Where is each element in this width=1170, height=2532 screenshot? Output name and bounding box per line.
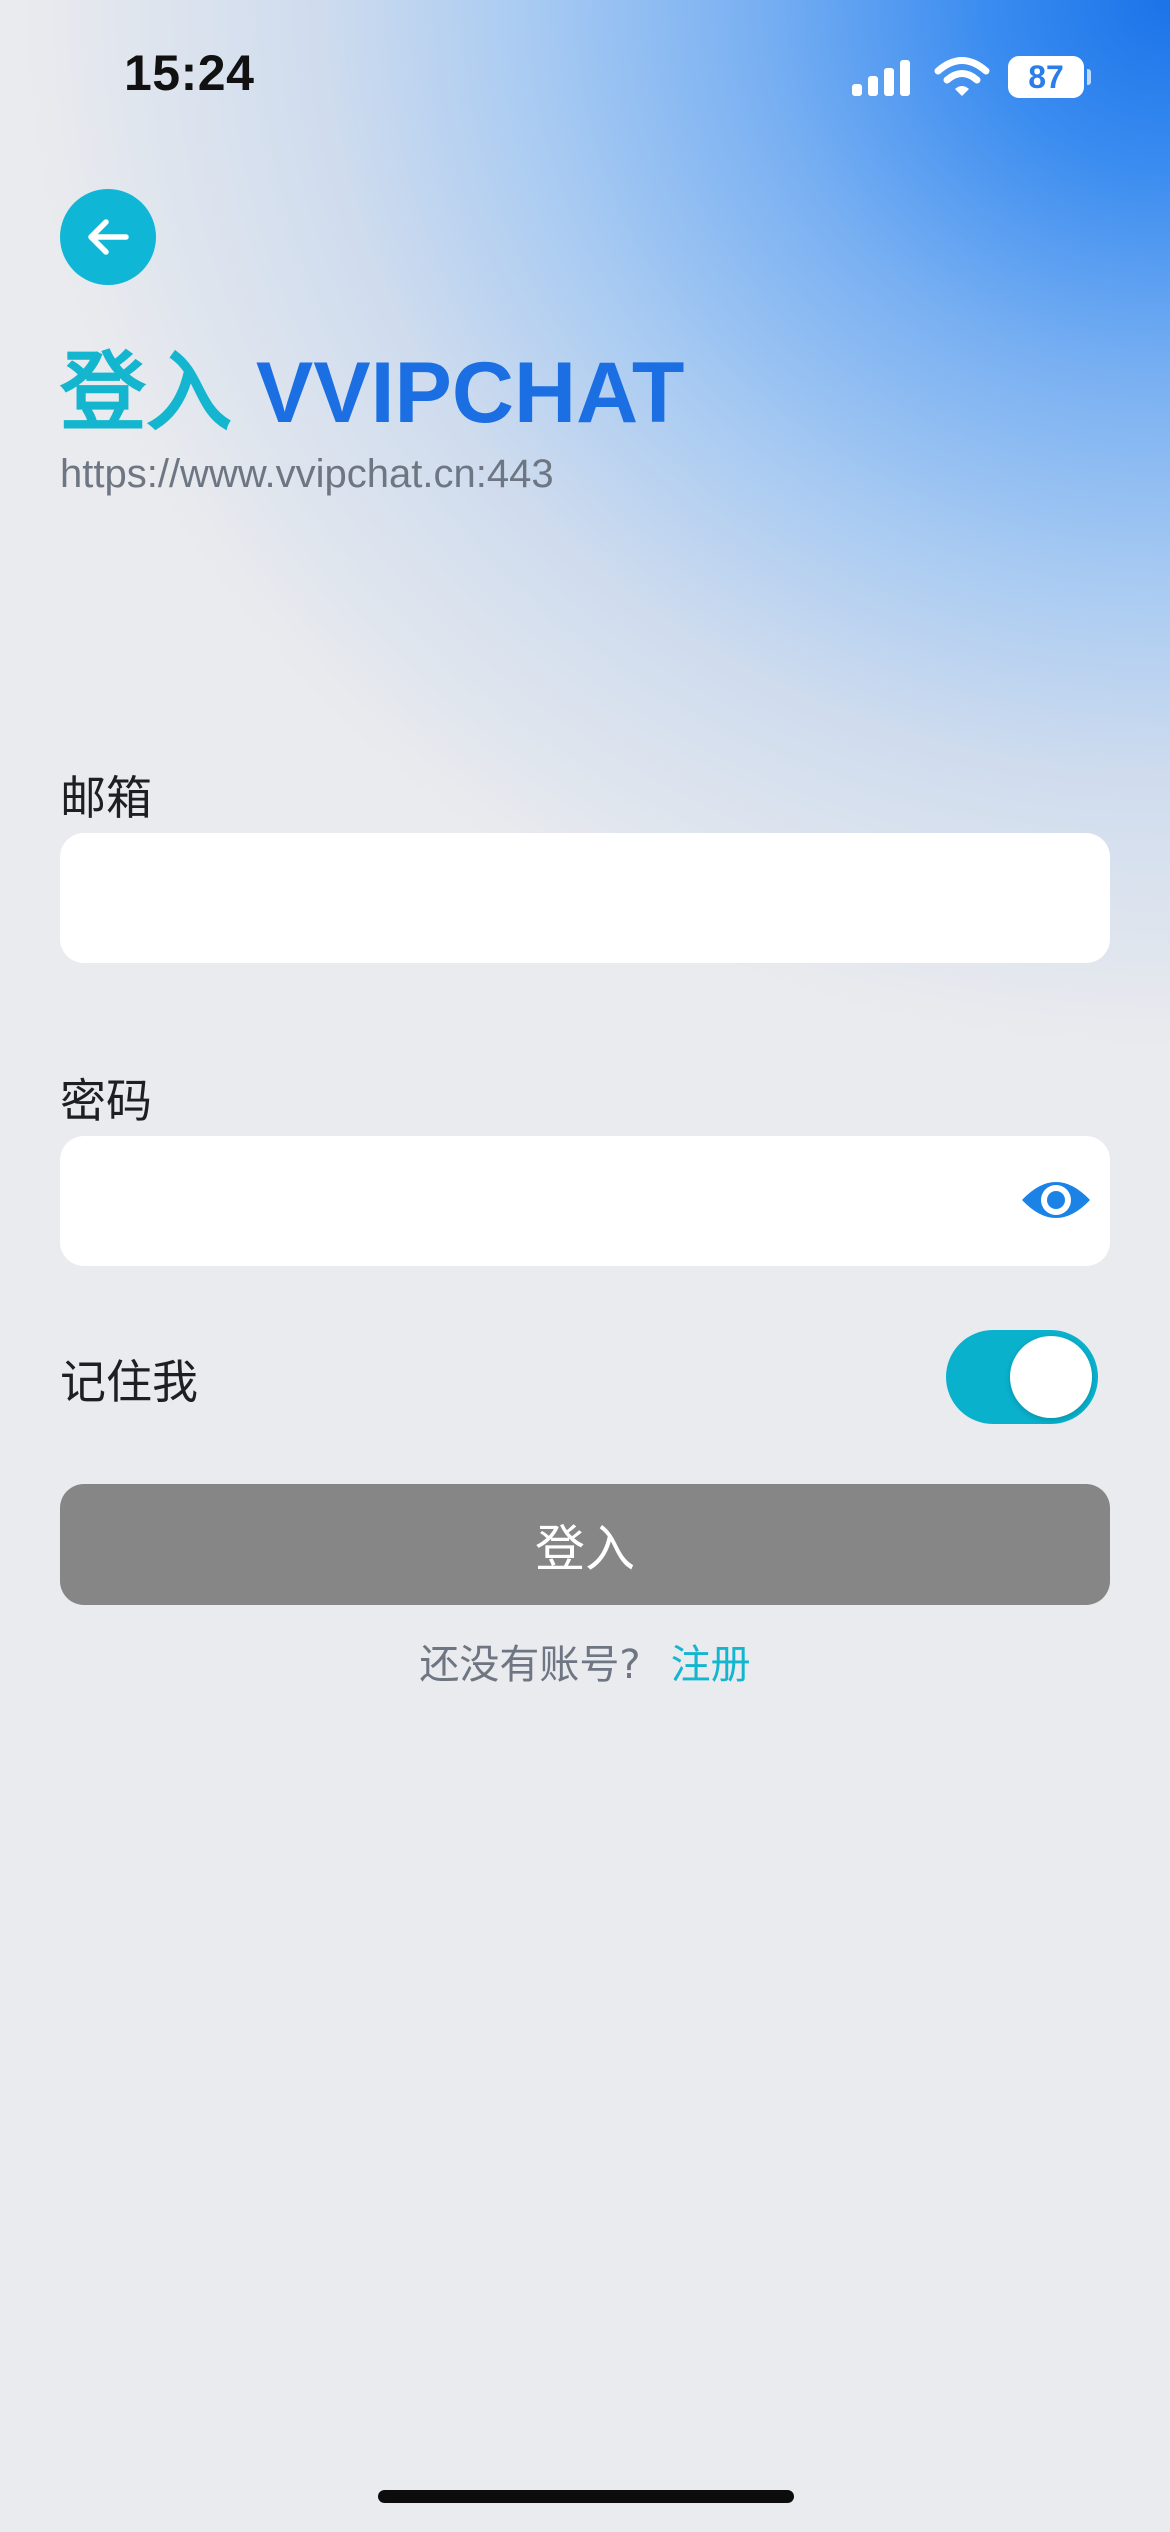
status-time: 15:24 <box>124 45 255 101</box>
wifi-icon <box>934 57 990 96</box>
password-label: 密码 <box>60 1074 152 1128</box>
arrow-left-icon <box>88 219 129 255</box>
battery-cap <box>1087 69 1091 85</box>
toggle-knob <box>1010 1336 1092 1418</box>
page-title: 登入 VVIPCHAT <box>60 340 684 446</box>
register-prompt: 还没有账号? <box>419 1642 641 1688</box>
eye-icon[interactable] <box>1018 1172 1094 1228</box>
email-field[interactable] <box>60 833 1110 963</box>
back-button[interactable] <box>60 189 156 285</box>
server-url: https://www.vvipchat.cn:443 <box>60 452 554 496</box>
battery-icon: 87 <box>1008 56 1091 98</box>
title-brand: VVIPCHAT <box>255 345 685 441</box>
login-button[interactable]: 登入 <box>60 1484 1110 1605</box>
remember-me-label: 记住我 <box>60 1355 198 1409</box>
register-row: 还没有账号? 注册 <box>0 1632 1170 1690</box>
signal-icon <box>852 60 910 96</box>
password-field[interactable] <box>60 1136 1110 1266</box>
status-bar: 15:24 87 <box>0 0 1170 150</box>
title-prefix: 登入 <box>60 345 232 441</box>
email-label: 邮箱 <box>60 771 152 825</box>
battery-level: 87 <box>1028 59 1064 95</box>
remember-me-toggle[interactable] <box>946 1330 1098 1424</box>
home-indicator[interactable] <box>378 2490 794 2503</box>
register-link[interactable]: 注册 <box>671 1642 751 1688</box>
